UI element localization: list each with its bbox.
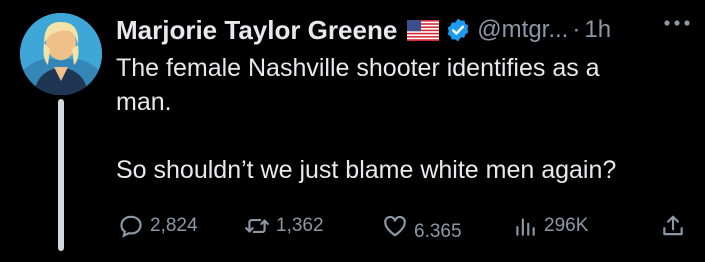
share-icon: [663, 215, 683, 236]
like-button[interactable]: 6.365: [382, 208, 462, 244]
tweet[interactable]: Marjorie Taylor Greene @mtgr... · 1h The…: [0, 0, 705, 251]
timestamp[interactable]: 1h: [584, 16, 611, 44]
avatar[interactable]: [20, 13, 102, 95]
like-count: 6.365: [414, 221, 462, 242]
avatar-image: [20, 13, 102, 95]
author-handle[interactable]: @mtgr...: [477, 16, 568, 44]
tweet-header: Marjorie Taylor Greene @mtgr... · 1h: [116, 12, 697, 48]
verified-badge-icon: [448, 18, 469, 42]
tweet-text-line: The female Nashville shooter identifies …: [116, 54, 600, 82]
tweet-actions: 2,824 1,362 6.365 296K: [112, 215, 702, 262]
retweet-icon: [245, 218, 269, 234]
separator: ·: [572, 16, 581, 43]
more-options-icon[interactable]: [657, 8, 697, 38]
tweet-text-line: So shouldn’t we just blame white men aga…: [116, 156, 617, 184]
reply-count: 2,824: [150, 215, 198, 236]
thread-line: [58, 99, 64, 251]
views-button[interactable]: 296K: [512, 208, 588, 244]
retweet-count: 1,362: [276, 215, 324, 236]
reply-button[interactable]: 2,824: [118, 208, 198, 244]
views-chart-icon: [516, 218, 535, 236]
retweet-button[interactable]: 1,362: [244, 208, 324, 244]
heart-icon: [384, 215, 406, 237]
share-button[interactable]: [660, 208, 686, 244]
us-flag-icon: [407, 19, 440, 41]
views-count: 296K: [544, 215, 589, 236]
tweet-text-line: man.: [116, 88, 172, 116]
reply-icon: [120, 215, 142, 238]
author-name[interactable]: Marjorie Taylor Greene: [116, 15, 397, 46]
